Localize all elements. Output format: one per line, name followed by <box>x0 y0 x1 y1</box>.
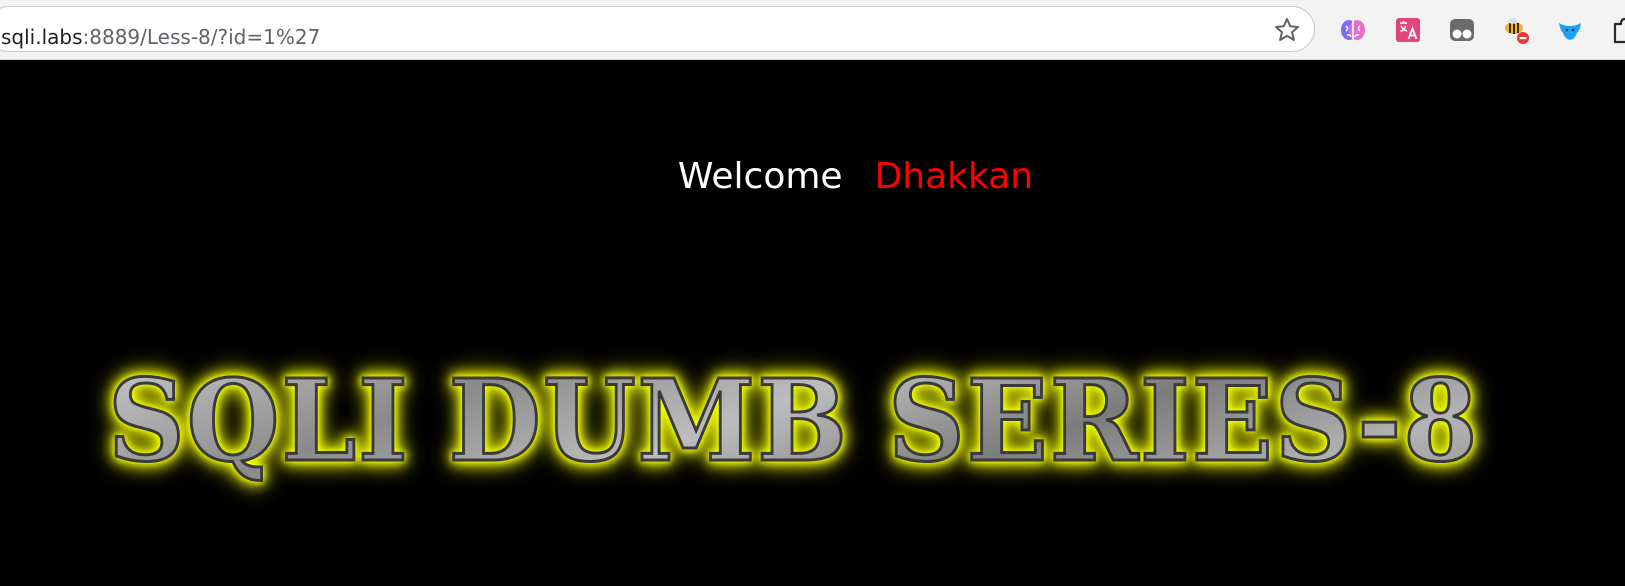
browser-toolbar: sqli.labs:8889/Less-8/?id=1%27 <box>0 0 1625 60</box>
bee-extension-icon[interactable] <box>1501 15 1531 45</box>
tampermonkey-extension-icon[interactable] <box>1447 15 1477 45</box>
banner-title: SQLI DUMB SERIES-8 <box>107 355 1533 489</box>
user-name: Dhakkan <box>874 156 1034 197</box>
welcome-label: Welcome <box>677 156 843 197</box>
bookmark-star-icon[interactable] <box>1272 15 1302 45</box>
url-host: sqli.labs <box>1 25 83 49</box>
translate-extension-icon[interactable] <box>1393 15 1423 45</box>
welcome-line: Welcome Dhakkan <box>0 155 1625 199</box>
address-bar[interactable]: sqli.labs:8889/Less-8/?id=1%27 <box>0 6 1315 52</box>
puzzle-extensions-icon[interactable] <box>1611 15 1625 45</box>
url-text[interactable]: sqli.labs:8889/Less-8/?id=1%27 <box>1 24 320 50</box>
brain-extension-icon[interactable] <box>1338 15 1368 45</box>
bird-extension-icon[interactable] <box>1555 15 1585 45</box>
banner-image: SQLI DUMB SERIES-8 <box>107 355 1608 489</box>
page-content: Welcome Dhakkan SQLI DUMB SERIES-8 <box>0 60 1625 586</box>
url-path: :8889/Less-8/?id=1%27 <box>82 25 321 49</box>
